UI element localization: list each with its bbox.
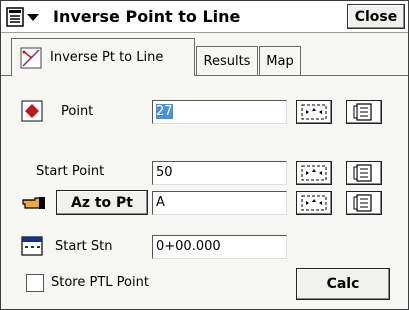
start-point-label: Start Point <box>36 164 105 179</box>
title-bar: Inverse Point to Line Close <box>1 1 408 33</box>
list-icon <box>353 164 372 182</box>
start-stn-label: Start Stn <box>55 239 113 254</box>
window-title: Inverse Point to Line <box>53 7 241 26</box>
map-pick-icon <box>301 195 327 211</box>
point-input[interactable]: 27 <box>152 100 287 124</box>
map-pick-icon <box>301 165 327 181</box>
store-ptl-checkbox[interactable] <box>26 274 44 292</box>
close-button[interactable]: Close <box>347 4 405 29</box>
menu-button[interactable] <box>5 6 45 28</box>
azimuth-map-pick-button[interactable] <box>296 191 332 215</box>
azimuth-list-button[interactable] <box>346 191 382 215</box>
list-icon <box>353 194 372 212</box>
store-ptl-label: Store PTL Point <box>51 275 149 290</box>
start-point-list-button[interactable] <box>346 161 382 185</box>
point-label: Point <box>61 104 94 119</box>
start-point-map-pick-button[interactable] <box>296 161 332 185</box>
tab-label: Map <box>266 54 294 69</box>
calc-button[interactable]: Calc <box>296 268 390 300</box>
line-point-icon <box>20 47 42 68</box>
pointing-hand-icon <box>21 191 47 213</box>
tab-results[interactable]: Results <box>196 46 258 76</box>
point-value: 27 <box>156 104 173 119</box>
tab-label: Inverse Pt to Line <box>50 50 164 65</box>
start-stn-input[interactable]: 0+00.000 <box>152 235 287 259</box>
tab-map[interactable]: Map <box>259 46 301 76</box>
map-pick-icon <box>301 104 327 120</box>
start-point-input[interactable]: 50 <box>152 161 287 185</box>
menu-icon <box>6 7 39 27</box>
az-to-pt-button[interactable]: Az to Pt <box>56 190 148 215</box>
station-icon <box>21 236 43 256</box>
app-window: Inverse Point to Line Close Inverse Pt t… <box>0 0 409 310</box>
point-list-button[interactable] <box>346 100 382 124</box>
tab-label: Results <box>203 54 251 69</box>
list-icon <box>353 103 372 121</box>
point-diamond-icon <box>21 100 43 122</box>
tab-inverse-pt-to-line[interactable]: Inverse Pt to Line <box>11 38 195 76</box>
azimuth-input[interactable]: A <box>152 191 287 215</box>
point-map-pick-button[interactable] <box>296 100 332 124</box>
